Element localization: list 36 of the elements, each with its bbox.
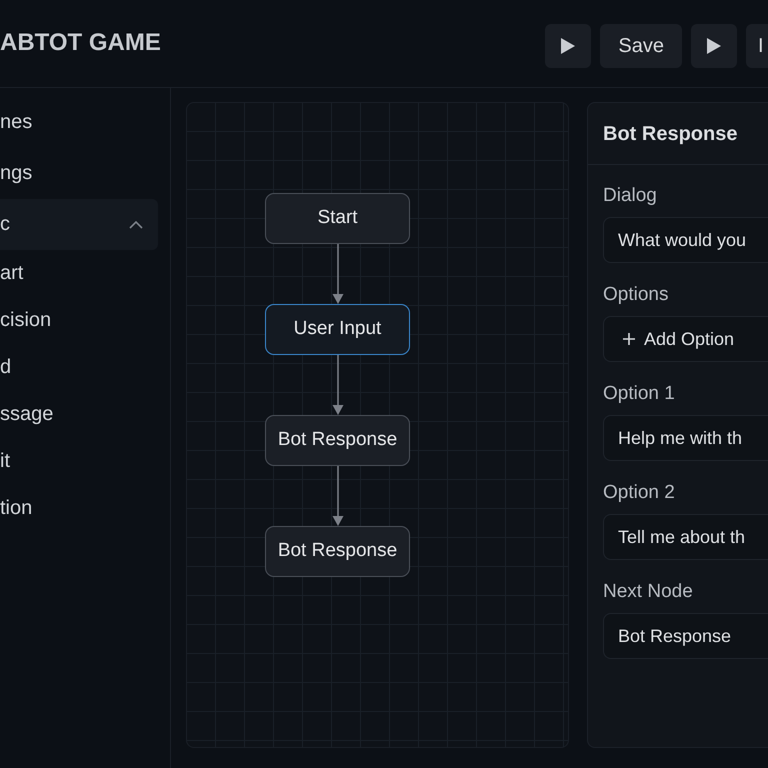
chevron-up-icon xyxy=(129,220,143,228)
app-title: ABTOT GAME xyxy=(0,28,161,56)
panel-title: Bot Response xyxy=(588,103,768,165)
text-field[interactable]: What would you xyxy=(603,217,768,263)
sidebar-item[interactable]: d xyxy=(0,344,158,391)
flow-node[interactable]: Bot Response xyxy=(265,415,410,466)
sidebar-item[interactable]: ssage xyxy=(0,391,158,438)
text-field[interactable]: Tell me about th xyxy=(603,514,768,560)
sidebar-item[interactable]: nes xyxy=(0,97,158,148)
connector-arrow xyxy=(330,244,344,304)
flow-node[interactable]: User Input xyxy=(265,304,410,355)
sidebar-group[interactable]: c xyxy=(0,199,158,250)
play-icon xyxy=(707,38,721,54)
text-field[interactable]: Help me with th xyxy=(603,415,768,461)
sidebar-item[interactable]: it xyxy=(0,438,158,485)
add-option-button[interactable]: Add Option xyxy=(603,316,768,362)
connector-arrow xyxy=(330,355,344,415)
toolbar-button[interactable]: I xyxy=(746,24,768,68)
flow-node[interactable]: Start xyxy=(265,193,410,244)
sidebar-item[interactable]: tion xyxy=(0,485,158,532)
flow-node[interactable]: Bot Response xyxy=(265,526,410,577)
field-label: Next Node xyxy=(603,580,693,604)
plus-icon xyxy=(623,333,635,345)
play-button[interactable] xyxy=(691,24,737,68)
sidebar-item[interactable]: ngs xyxy=(0,148,158,199)
connector-arrow xyxy=(330,466,344,526)
select-field[interactable]: Bot Response xyxy=(603,613,768,659)
toolbar-button[interactable]: Save xyxy=(600,24,682,68)
field-label: Options xyxy=(603,283,668,307)
sidebar-item[interactable]: art xyxy=(0,250,158,297)
field-label: Option 2 xyxy=(603,481,675,505)
sidebar-item[interactable]: cision xyxy=(0,297,158,344)
field-label: Option 1 xyxy=(603,382,675,406)
play-button[interactable] xyxy=(545,24,592,68)
field-label: Dialog xyxy=(603,184,657,208)
play-icon xyxy=(561,38,576,54)
